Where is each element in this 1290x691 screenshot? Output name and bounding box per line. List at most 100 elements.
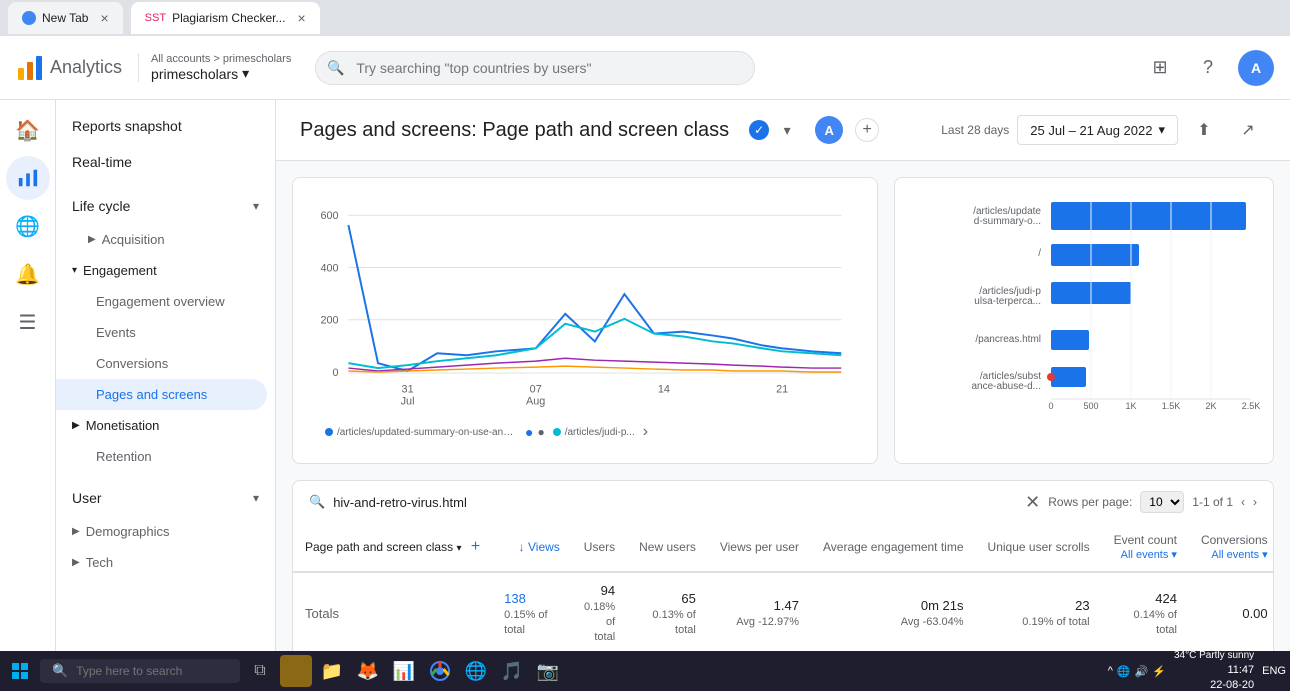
nav-conversions[interactable]: Conversions <box>56 348 275 379</box>
tab-close-2-icon[interactable]: × <box>297 10 305 26</box>
nav-reports-snapshot[interactable]: Reports snapshot <box>56 108 275 144</box>
chrome-icon <box>430 661 450 681</box>
svg-text:400: 400 <box>320 262 338 274</box>
analytics-icon <box>17 167 39 189</box>
next-page-icon[interactable]: › <box>1253 495 1257 509</box>
sidebar-icon-globe[interactable]: 🌐 <box>6 204 50 248</box>
date-chevron-icon: ▾ <box>1158 122 1165 138</box>
account-info: All accounts > primescholars primeschola… <box>138 53 291 82</box>
col-unique-scrolls[interactable]: Unique user scrolls <box>976 523 1102 572</box>
taskbar-edge[interactable]: 🌐 <box>460 655 492 687</box>
taskbar-icon-7[interactable]: 🎵 <box>496 655 528 687</box>
taskbar-task-view[interactable]: ⧉ <box>244 655 276 687</box>
col-views-per-user[interactable]: Views per user <box>708 523 811 572</box>
chart-legend: /articles/updated-summary-on-use-and-saf… <box>309 417 861 447</box>
rows-per-page-label: Rows per page: <box>1048 495 1132 509</box>
account-name[interactable]: primescholars ▾ <box>151 65 291 82</box>
nav-retention[interactable]: Retention <box>56 441 275 472</box>
col-conversions[interactable]: Conversions All events ▾ <box>1189 523 1273 572</box>
share-icon[interactable]: ↗ <box>1230 112 1266 148</box>
col-views[interactable]: ↓ Views <box>492 523 572 572</box>
taskbar-explorer[interactable]: 📁 <box>316 655 348 687</box>
svg-text:07: 07 <box>530 384 542 396</box>
taskbar-speaker-icon[interactable]: 🔊 <box>1135 665 1149 678</box>
user-collapse-icon: ▾ <box>253 491 259 505</box>
sidebar-icon-home[interactable]: 🏠 <box>6 108 50 152</box>
rows-per-page-select[interactable]: 10 25 50 <box>1140 491 1184 513</box>
sidebar-icon-analytics[interactable] <box>6 156 50 200</box>
taskbar-firefox[interactable]: 🦊 <box>352 655 384 687</box>
col-page-path[interactable]: Page path and screen class ▾ + <box>293 523 492 572</box>
monetisation-expand-icon: ▶ <box>72 420 80 431</box>
search-input[interactable] <box>315 51 755 85</box>
totals-views-per-user: 1.47 Avg -12.97% <box>708 572 811 654</box>
nav-tech[interactable]: ▶ Tech <box>56 547 275 578</box>
add-col-icon[interactable]: + <box>471 538 480 555</box>
topbar-right: ⊞ ? A <box>1142 50 1274 86</box>
table-header-bar: Rows per page: 10 25 50 1-1 of 1 ‹ › <box>1048 491 1257 513</box>
svg-text:14: 14 <box>658 384 670 396</box>
acquisition-expand-icon: ▶ <box>88 234 96 245</box>
nav-real-time[interactable]: Real-time <box>56 144 275 180</box>
svg-text:/: / <box>1038 248 1041 259</box>
browser-tab-2[interactable]: SST Plagiarism Checker... × <box>131 2 320 34</box>
help-icon[interactable]: ? <box>1190 50 1226 86</box>
svg-text:ance-abuse-d...: ance-abuse-d... <box>972 381 1042 392</box>
nav-user-section[interactable]: User ▾ <box>56 480 275 516</box>
taskbar-chrome[interactable] <box>424 655 456 687</box>
filter-clear-icon[interactable]: ✕ <box>1025 492 1040 513</box>
user-avatar[interactable]: A <box>1238 50 1274 86</box>
taskbar: 🔍 ⧉ 📁 🦊 📊 🌐 🎵 📷 ^ 🌐 🔊 ⚡ 34°C Partly sunn… <box>0 651 1290 691</box>
topbar: Analytics All accounts > primescholars p… <box>0 36 1290 100</box>
prev-page-icon[interactable]: ‹ <box>1241 495 1245 509</box>
legend-more-icon[interactable]: › <box>643 423 648 441</box>
browser-tab-1[interactable]: New Tab × <box>8 2 123 34</box>
sidebar-icon-bell[interactable]: 🔔 <box>6 252 50 296</box>
svg-text:ulsa-terperca...: ulsa-terperca... <box>974 296 1041 307</box>
nav-engagement[interactable]: ▾ Engagement <box>56 255 275 286</box>
main-layout: 🏠 🌐 🔔 ☰ ⚙ Reports snapshot Real-time Lif… <box>0 100 1290 691</box>
totals-conversions: 0.00 <box>1189 572 1273 654</box>
taskbar-clock: 34°C Partly sunny 11:47 22-08-20 <box>1174 649 1254 691</box>
svg-text:Jul: Jul <box>401 396 415 408</box>
tab-close-icon[interactable]: × <box>100 10 108 26</box>
taskbar-icon-8[interactable]: 📷 <box>532 655 564 687</box>
charts-section: 600 400 200 0 31 Jul 07 Aug 14 21 <box>276 161 1290 480</box>
dropdown-icon[interactable]: ▾ <box>775 118 799 142</box>
clock-time: 11:47 <box>1227 663 1254 678</box>
tech-expand-icon: ▶ <box>72 557 80 568</box>
account-path: All accounts > primescholars <box>151 53 291 65</box>
sidebar-icon-menu[interactable]: ☰ <box>6 300 50 344</box>
nav-monetisation[interactable]: ▶ Monetisation <box>56 410 275 441</box>
taskbar-network-icon[interactable]: 🌐 <box>1117 665 1131 678</box>
add-comparison-button[interactable]: + <box>855 118 879 142</box>
filter-input[interactable] <box>333 495 1017 510</box>
grid-icon[interactable]: ⊞ <box>1142 50 1178 86</box>
nav-acquisition[interactable]: ▶ Acquisition <box>56 224 275 255</box>
nav-lifecycle-section[interactable]: Life cycle ▾ <box>56 188 275 224</box>
bar-chart-container: /articles/update d-summary-o... / /artic… <box>894 177 1274 464</box>
svg-text:d-summary-o...: d-summary-o... <box>974 216 1041 227</box>
svg-text:200: 200 <box>320 315 338 327</box>
export-icon[interactable]: ⬆ <box>1186 112 1222 148</box>
col-users[interactable]: Users <box>572 523 627 572</box>
col-event-count[interactable]: Event count All events ▾ <box>1102 523 1189 572</box>
windows-icon <box>12 663 28 679</box>
header-right: Last 28 days 25 Jul – 21 Aug 2022 ▾ ⬆ ↗ <box>941 112 1266 148</box>
nav-events[interactable]: Events <box>56 317 275 348</box>
svg-text:2K: 2K <box>1205 401 1216 411</box>
nav-pages-and-screens[interactable]: Pages and screens <box>56 379 267 410</box>
taskbar-up-arrow[interactable]: ^ <box>1108 665 1113 677</box>
start-button[interactable] <box>4 655 36 687</box>
nav-demographics[interactable]: ▶ Demographics <box>56 516 275 547</box>
col-avg-engagement[interactable]: Average engagement time <box>811 523 976 572</box>
date-range-button[interactable]: 25 Jul – 21 Aug 2022 ▾ <box>1017 115 1178 145</box>
chevron-down-icon: ▾ <box>242 65 249 82</box>
taskbar-search-input[interactable] <box>76 664 228 678</box>
weather-text: 34°C Partly sunny <box>1174 649 1254 663</box>
col-new-users[interactable]: New users <box>627 523 708 572</box>
nav-engagement-overview[interactable]: Engagement overview <box>56 286 275 317</box>
language-indicator: ENG <box>1262 665 1286 677</box>
taskbar-excel[interactable]: 📊 <box>388 655 420 687</box>
legend-item-2: /articles/judi-p... <box>553 427 635 438</box>
